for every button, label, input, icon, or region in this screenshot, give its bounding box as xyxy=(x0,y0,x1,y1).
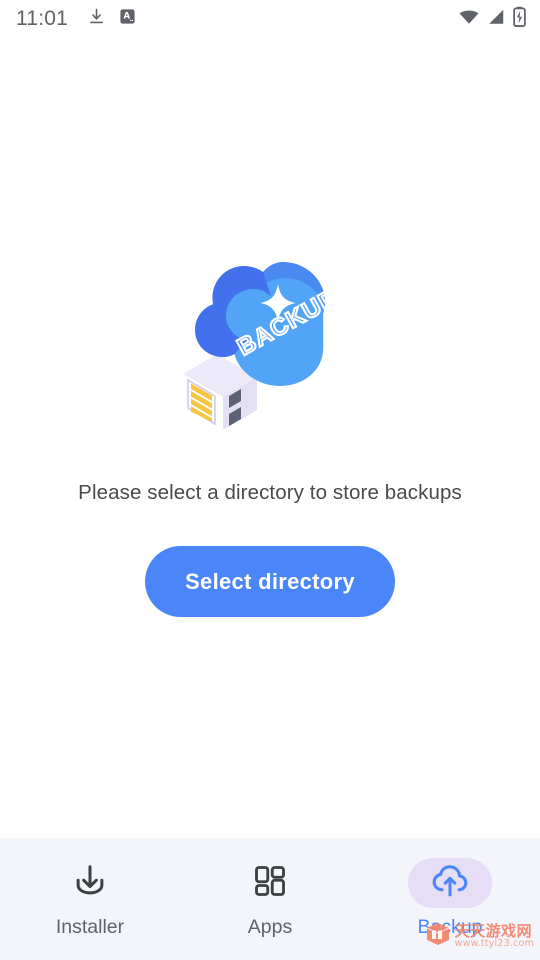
nav-label-installer: Installer xyxy=(55,916,125,938)
cellular-signal-icon xyxy=(487,8,506,31)
nav-item-installer[interactable]: Installer xyxy=(0,858,180,939)
status-bar-clock: 11:01 xyxy=(16,7,68,30)
nav-item-backup[interactable]: Backup xyxy=(360,858,540,939)
bottom-navigation-bar: Installer Apps Backup xyxy=(0,838,540,960)
grid-apps-icon xyxy=(252,863,288,904)
svg-text:A: A xyxy=(123,12,130,22)
nav-item-apps[interactable]: Apps xyxy=(180,858,360,939)
screenshot-a-icon: A xyxy=(119,8,136,30)
battery-charging-icon xyxy=(513,6,526,32)
nav-icon-wrap-installer xyxy=(48,858,132,908)
nav-icon-wrap-apps xyxy=(228,858,312,908)
cloud-backup-usb-illustration: BACKUP xyxy=(165,244,375,430)
main-content: BACKUP Please select a directory to stor… xyxy=(0,38,540,838)
status-bar: 11:01 A xyxy=(0,0,540,38)
nav-label-backup: Backup xyxy=(417,916,483,938)
select-directory-button[interactable]: Select directory xyxy=(145,546,395,617)
nav-icon-wrap-backup xyxy=(408,858,492,908)
cloud-upload-icon xyxy=(431,862,469,905)
wifi-icon xyxy=(458,8,480,31)
empty-state-prompt: Please select a directory to store backu… xyxy=(78,481,462,504)
status-bar-notification-icons: A xyxy=(87,7,136,31)
status-bar-system-icons xyxy=(458,6,526,32)
download-icon xyxy=(87,7,106,31)
download-tray-icon xyxy=(71,862,109,905)
nav-label-apps: Apps xyxy=(247,916,293,938)
